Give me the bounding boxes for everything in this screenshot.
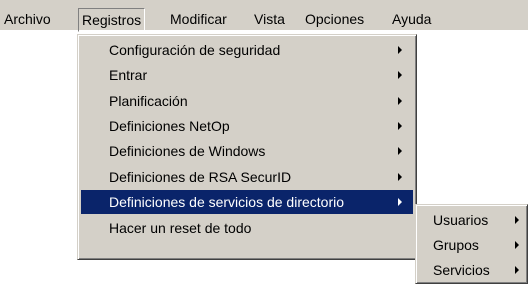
submenu-item-grupos[interactable]: Grupos	[419, 233, 524, 257]
menu-archivo[interactable]: Archivo	[4, 8, 51, 32]
menu-item-definiciones-servicios-directorio[interactable]: Definiciones de servicios de directorio	[81, 190, 413, 214]
menu-item-label: Hacer un reset de todo	[109, 220, 252, 236]
menu-item-label: Definiciones de RSA SecurID	[109, 169, 292, 185]
menu-item-label: Definiciones de Windows	[109, 143, 266, 159]
menu-item-configuracion-seguridad[interactable]: Configuración de seguridad	[81, 38, 413, 62]
menu-registros[interactable]: Registros	[78, 8, 146, 32]
menu-opciones[interactable]: Opciones	[305, 8, 364, 32]
submenu-item-servicios[interactable]: Servicios	[419, 258, 524, 282]
menu-bar: Archivo Registros Modificar Vista Opcion…	[0, 0, 528, 32]
submenu-item-label: Servicios	[433, 262, 490, 278]
menu-item-definiciones-rsa-securid[interactable]: Definiciones de RSA SecurID	[81, 165, 413, 189]
chevron-right-icon	[515, 216, 519, 224]
menu-item-planificacion[interactable]: Planificación	[81, 89, 413, 113]
chevron-right-icon	[398, 46, 402, 54]
menu-item-label: Planificación	[109, 93, 188, 109]
menu-item-label: Definiciones NetOp	[109, 118, 230, 134]
menu-item-definiciones-netop[interactable]: Definiciones NetOp	[81, 114, 413, 138]
menu-vista[interactable]: Vista	[254, 8, 285, 32]
menu-item-label: Entrar	[109, 67, 148, 83]
chevron-right-icon	[515, 241, 519, 249]
menu-item-entrar[interactable]: Entrar	[81, 63, 413, 87]
chevron-right-icon	[398, 173, 402, 181]
chevron-right-icon	[398, 122, 402, 130]
directorio-submenu: Usuarios Grupos Servicios	[415, 204, 528, 284]
submenu-item-usuarios[interactable]: Usuarios	[419, 208, 524, 232]
chevron-right-icon	[398, 97, 402, 105]
chevron-right-icon	[398, 147, 402, 155]
chevron-right-icon	[398, 71, 402, 79]
menu-item-definiciones-windows[interactable]: Definiciones de Windows	[81, 139, 413, 163]
registros-dropdown-menu: Configuración de seguridad Entrar Planif…	[77, 34, 417, 260]
menu-item-label: Configuración de seguridad	[109, 42, 281, 58]
menu-item-hacer-reset[interactable]: Hacer un reset de todo	[81, 216, 413, 240]
submenu-item-label: Grupos	[433, 237, 479, 253]
menu-item-label: Definiciones de servicios de directorio	[109, 194, 344, 210]
menu-ayuda[interactable]: Ayuda	[392, 8, 431, 32]
submenu-item-label: Usuarios	[433, 212, 489, 228]
menu-modificar[interactable]: Modificar	[170, 8, 227, 32]
chevron-right-icon	[398, 198, 402, 206]
chevron-right-icon	[515, 266, 519, 274]
